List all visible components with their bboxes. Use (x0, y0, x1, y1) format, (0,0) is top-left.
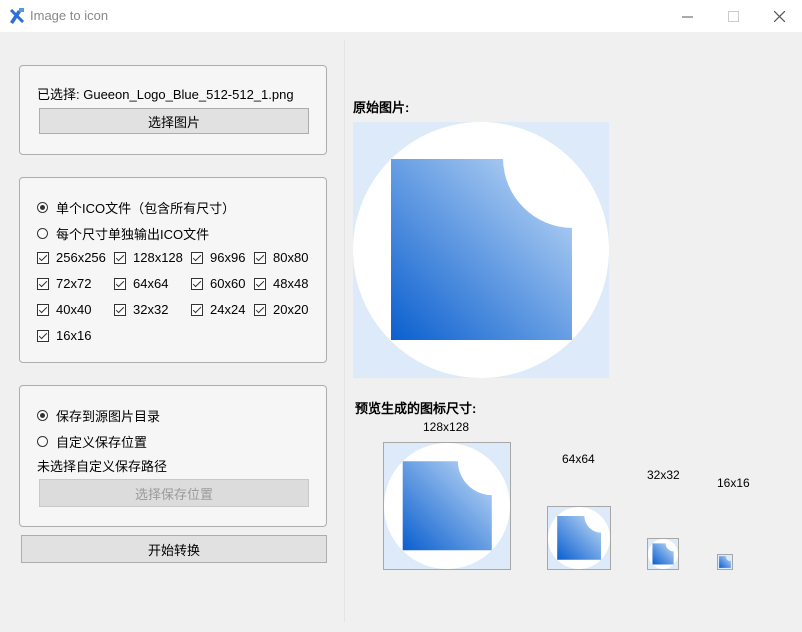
size-label: 60x60 (210, 276, 246, 291)
size-label: 32x32 (133, 302, 169, 317)
size-checkbox-80[interactable]: 80x80 (254, 250, 308, 265)
size-checkbox-32[interactable]: 32x32 (114, 302, 168, 317)
preview-size-label: 128x128 (423, 420, 470, 434)
logo-image (648, 539, 678, 569)
checkbox-box (114, 303, 126, 316)
icon-preview-64 (547, 506, 611, 570)
size-label: 20x20 (273, 302, 309, 317)
radio-indicator (37, 410, 48, 421)
size-label: 80x80 (273, 250, 309, 265)
close-button[interactable] (756, 0, 802, 32)
icon-preview-128 (383, 442, 511, 570)
separate-ico-label: 每个尺寸单独输出ICO文件 (56, 227, 210, 242)
size-checkbox-48[interactable]: 48x48 (254, 276, 308, 291)
logo-image (353, 122, 609, 378)
choose-location-button[interactable]: 选择保存位置 (39, 479, 309, 507)
size-label: 64x64 (133, 276, 169, 291)
size-label: 128x128 (133, 250, 183, 265)
preview-size-label: 16x16 (717, 476, 750, 490)
checkbox-box (37, 303, 49, 316)
save-location-group: 保存到源图片目录 自定义保存位置 未选择自定义保存路径 选择保存位置 (19, 385, 327, 527)
size-label: 16x16 (56, 328, 92, 343)
size-label: 256x256 (56, 250, 106, 265)
size-label: 24x24 (210, 302, 246, 317)
preview-size-label: 32x32 (647, 468, 680, 482)
size-checkbox-128[interactable]: 128x128 (114, 250, 183, 265)
save-path-status: 未选择自定义保存路径 (37, 459, 168, 474)
custom-location-radio[interactable]: 自定义保存位置 (37, 432, 147, 451)
size-checkbox-40[interactable]: 40x40 (37, 302, 91, 317)
preview-size-label: 64x64 (562, 452, 595, 466)
selected-file-label: 已选择: Gueeon_Logo_Blue_512-512_1.png (37, 87, 294, 102)
checkbox-box (37, 251, 49, 264)
size-checkbox-72[interactable]: 72x72 (37, 276, 91, 291)
save-to-source-radio[interactable]: 保存到源图片目录 (37, 406, 160, 425)
size-label: 72x72 (56, 276, 92, 291)
size-checkbox-16[interactable]: 16x16 (37, 328, 91, 343)
minimize-button[interactable] (664, 0, 710, 32)
size-label: 96x96 (210, 250, 246, 265)
original-image-label: 原始图片: (353, 100, 410, 115)
generated-sizes-label: 预览生成的图标尺寸: (355, 401, 477, 416)
maximize-button[interactable] (710, 0, 756, 32)
custom-location-label: 自定义保存位置 (56, 435, 148, 450)
logo-image (384, 443, 510, 569)
output-mode-group: 单个ICO文件（包含所有尺寸） 每个尺寸单独输出ICO文件 256x256 12… (19, 177, 327, 363)
size-label: 48x48 (273, 276, 309, 291)
size-checkbox-256[interactable]: 256x256 (37, 250, 106, 265)
size-checkbox-24[interactable]: 24x24 (191, 302, 245, 317)
title-bar: Image to icon (0, 0, 802, 32)
checkbox-box (191, 303, 203, 316)
checkbox-box (114, 251, 126, 264)
app-icon (9, 8, 25, 24)
checkbox-box (114, 277, 126, 290)
start-convert-button[interactable]: 开始转换 (21, 535, 327, 563)
radio-indicator (37, 202, 48, 213)
size-checkbox-96[interactable]: 96x96 (191, 250, 245, 265)
radio-indicator (37, 436, 48, 447)
size-checkbox-60[interactable]: 60x60 (191, 276, 245, 291)
save-to-source-label: 保存到源图片目录 (56, 409, 161, 424)
size-label: 40x40 (56, 302, 92, 317)
checkbox-box (254, 303, 266, 316)
single-ico-label: 单个ICO文件（包含所有尺寸） (56, 201, 236, 216)
logo-image (548, 507, 610, 569)
minimize-icon (681, 16, 693, 17)
source-group: 已选择: Gueeon_Logo_Blue_512-512_1.png 选择图片 (19, 65, 327, 155)
separate-ico-radio[interactable]: 每个尺寸单独输出ICO文件 (37, 224, 209, 243)
size-checkbox-20[interactable]: 20x20 (254, 302, 308, 317)
size-checkbox-64[interactable]: 64x64 (114, 276, 168, 291)
checkbox-box (191, 251, 203, 264)
checkbox-box (191, 277, 203, 290)
checkbox-box (37, 329, 49, 342)
checkbox-box (254, 251, 266, 264)
select-image-button[interactable]: 选择图片 (39, 108, 309, 134)
checkbox-box (37, 277, 49, 290)
checkbox-box (254, 277, 266, 290)
radio-indicator (37, 228, 48, 239)
icon-preview-32 (647, 538, 679, 570)
icon-preview-16 (717, 554, 733, 570)
window-title: Image to icon (30, 8, 109, 23)
logo-image (718, 555, 732, 569)
single-ico-radio[interactable]: 单个ICO文件（包含所有尺寸） (37, 198, 235, 217)
original-image-preview (353, 122, 609, 378)
maximize-icon (727, 10, 739, 22)
close-icon (773, 10, 785, 22)
